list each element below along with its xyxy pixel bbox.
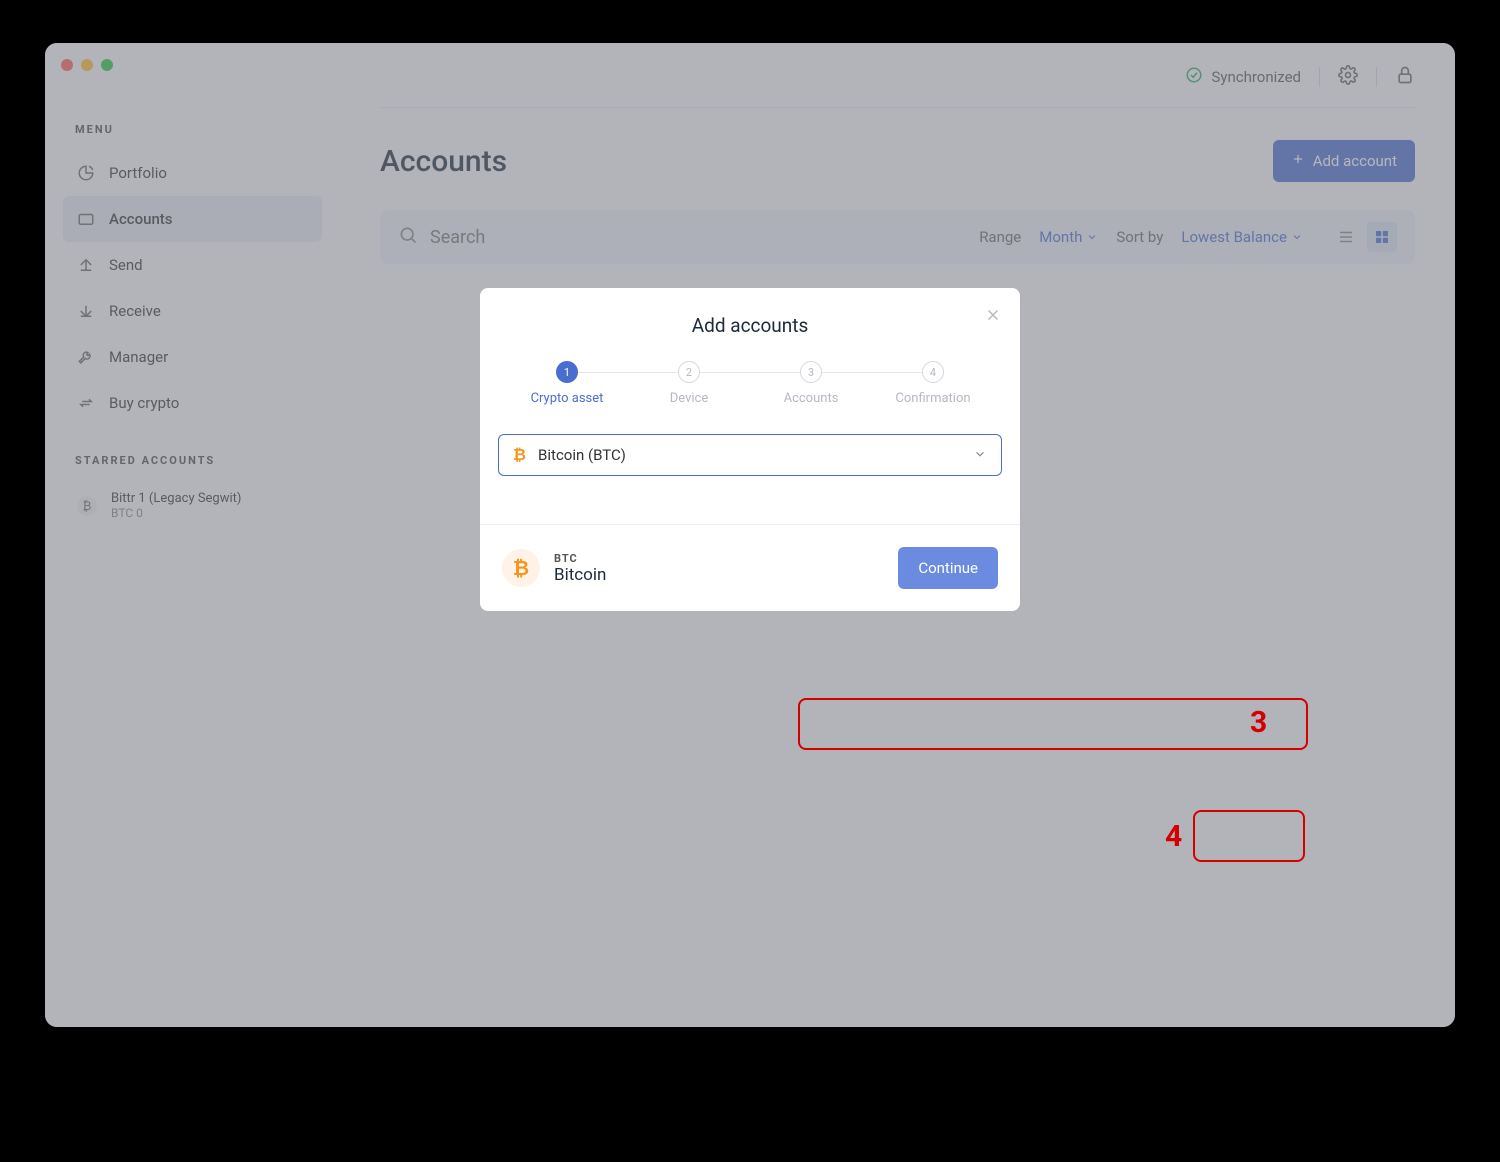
modal-body: ₿ Bitcoin (BTC) (480, 434, 1020, 494)
continue-button[interactable]: Continue (898, 547, 998, 589)
asset-name: Bitcoin (554, 565, 606, 585)
step-device: 2 Device (644, 361, 734, 406)
close-icon[interactable] (984, 306, 1002, 328)
modal-overlay: Add accounts 1 Crypto asset 2 Device 3 A… (45, 43, 1455, 1027)
step-accounts: 3 Accounts (766, 361, 856, 406)
step-number: 2 (678, 361, 700, 383)
step-label: Confirmation (895, 391, 970, 406)
step-label: Crypto asset (531, 391, 604, 406)
modal-title: Add accounts (480, 288, 1020, 361)
asset-select-label: Bitcoin (BTC) (538, 446, 961, 464)
step-crypto-asset: 1 Crypto asset (522, 361, 612, 406)
annotation-box-4 (1193, 810, 1305, 862)
selected-asset-summary: ₿ BTC Bitcoin (502, 549, 606, 587)
step-confirmation: 4 Confirmation (888, 361, 978, 406)
crypto-asset-select[interactable]: ₿ Bitcoin (BTC) (498, 434, 1002, 476)
step-line (565, 372, 935, 373)
step-number: 3 (800, 361, 822, 383)
chevron-down-icon (973, 446, 987, 465)
step-number: 4 (922, 361, 944, 383)
modal-footer: ₿ BTC Bitcoin Continue (480, 524, 1020, 611)
annotation-label-4: 4 (1165, 819, 1182, 854)
annotation-box-3 (798, 698, 1308, 750)
step-label: Accounts (784, 391, 839, 406)
bitcoin-icon: ₿ (513, 445, 526, 465)
app-window: MENU Portfolio Accounts Send Receive (45, 43, 1455, 1027)
bitcoin-icon: ₿ (502, 549, 540, 587)
step-number: 1 (556, 361, 578, 383)
annotation-label-3: 3 (1250, 705, 1267, 740)
add-accounts-modal: Add accounts 1 Crypto asset 2 Device 3 A… (480, 288, 1020, 611)
asset-ticker: BTC (554, 552, 606, 565)
step-label: Device (670, 391, 709, 406)
step-indicator: 1 Crypto asset 2 Device 3 Accounts 4 Con… (480, 361, 1020, 434)
